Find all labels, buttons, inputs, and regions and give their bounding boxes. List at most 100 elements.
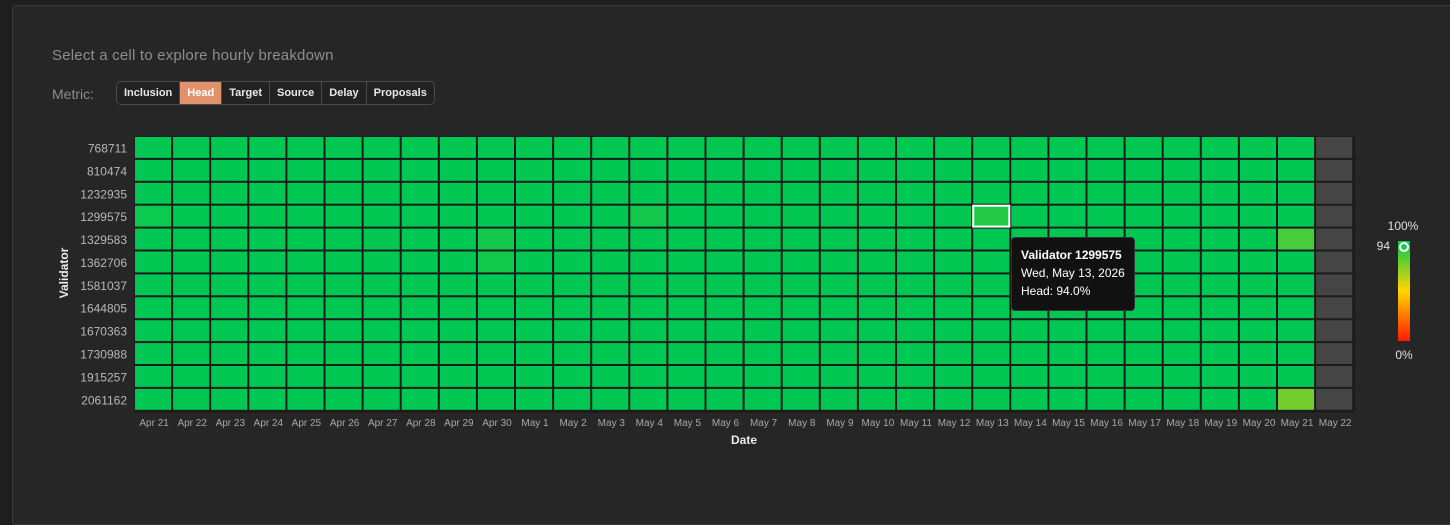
heatmap-cell[interactable] [935,320,972,342]
heatmap-cell[interactable] [973,320,1010,342]
heatmap-cell[interactable] [897,366,934,387]
heatmap-cell[interactable] [401,137,438,158]
heatmap-cell[interactable] [1239,388,1276,410]
heatmap-cell[interactable] [630,366,667,387]
heatmap-cell[interactable] [1087,343,1124,364]
heatmap-cell[interactable] [173,205,210,227]
heatmap-cell[interactable] [1239,205,1276,227]
heatmap-cell[interactable] [135,297,172,319]
heatmap-cell[interactable] [1125,366,1162,387]
heatmap-cell[interactable] [477,251,514,273]
heatmap-cell[interactable] [858,297,895,319]
heatmap-cell[interactable] [477,343,514,364]
heatmap-cell[interactable] [592,228,629,250]
heatmap-cell[interactable] [973,297,1010,319]
heatmap-cell[interactable] [1011,388,1048,410]
heatmap-cell[interactable] [1087,159,1124,181]
heatmap-cell[interactable] [935,388,972,410]
heatmap-cell[interactable] [935,182,972,204]
heatmap-cell[interactable] [401,251,438,273]
heatmap-cell[interactable] [1163,297,1200,319]
heatmap-cell[interactable] [287,159,324,181]
heatmap-cell[interactable] [1125,343,1162,364]
heatmap-cell[interactable] [401,228,438,250]
heatmap-cell[interactable] [897,205,934,227]
heatmap-cell[interactable] [1239,228,1276,250]
heatmap-cell[interactable] [668,137,705,158]
heatmap-cell[interactable] [1316,366,1353,387]
heatmap-cell[interactable] [1278,274,1315,296]
heatmap-cell[interactable] [1278,251,1315,273]
heatmap-cell[interactable] [935,137,972,158]
heatmap-cell[interactable] [401,366,438,387]
heatmap-cell[interactable] [439,274,476,296]
heatmap-cell[interactable] [1201,137,1238,158]
heatmap-cell[interactable] [935,251,972,273]
heatmap-cell[interactable] [668,274,705,296]
heatmap-cell[interactable] [973,159,1010,181]
heatmap-cell[interactable] [782,159,819,181]
heatmap-cell[interactable] [668,366,705,387]
heatmap-cell[interactable] [820,182,857,204]
heatmap-cell[interactable] [1011,137,1048,158]
heatmap-cell[interactable] [935,343,972,364]
heatmap-cell[interactable] [1087,182,1124,204]
heatmap-cell[interactable] [935,274,972,296]
heatmap-cell[interactable] [782,388,819,410]
heatmap-cell[interactable] [554,205,591,227]
heatmap-cell[interactable] [287,251,324,273]
heatmap-cell[interactable] [1087,366,1124,387]
heatmap-cell[interactable] [173,159,210,181]
heatmap-cell[interactable] [249,297,286,319]
heatmap-cell[interactable] [1163,251,1200,273]
heatmap-cell[interactable] [211,320,248,342]
heatmap-cell[interactable] [173,228,210,250]
heatmap-cell[interactable] [973,182,1010,204]
heatmap-cell[interactable] [211,251,248,273]
heatmap-cell[interactable] [516,297,553,319]
heatmap-cell[interactable] [592,182,629,204]
heatmap-cell[interactable] [630,182,667,204]
heatmap-cell[interactable] [516,366,553,387]
heatmap-cell[interactable] [249,343,286,364]
heatmap-cell[interactable] [1201,366,1238,387]
heatmap-cell[interactable] [744,297,781,319]
heatmap-cell[interactable] [135,137,172,158]
heatmap-cell[interactable] [516,205,553,227]
heatmap-cell[interactable] [1049,205,1086,227]
heatmap-cell[interactable] [1316,182,1353,204]
heatmap-cell[interactable] [439,159,476,181]
heatmap-cell[interactable] [173,274,210,296]
heatmap-cell[interactable] [1125,159,1162,181]
heatmap-cell[interactable] [592,343,629,364]
heatmap-cell[interactable] [325,366,362,387]
heatmap-cell[interactable] [325,388,362,410]
heatmap-cell[interactable] [287,182,324,204]
heatmap-cell[interactable] [706,159,743,181]
heatmap-cell[interactable] [706,182,743,204]
heatmap-cell[interactable] [897,159,934,181]
heatmap-cell[interactable] [554,137,591,158]
heatmap-cell[interactable] [135,159,172,181]
heatmap-cell[interactable] [1011,205,1048,227]
heatmap-cell[interactable] [1278,320,1315,342]
heatmap-cell[interactable] [782,320,819,342]
heatmap-cell[interactable] [744,205,781,227]
heatmap-cell[interactable] [858,159,895,181]
heatmap-cell[interactable] [401,182,438,204]
heatmap-cell[interactable] [325,159,362,181]
heatmap-cell[interactable] [401,205,438,227]
heatmap-cell[interactable] [287,228,324,250]
heatmap-cell[interactable] [173,343,210,364]
heatmap-cell[interactable] [554,228,591,250]
heatmap-cell[interactable] [249,137,286,158]
heatmap-cell[interactable] [363,228,400,250]
heatmap-cell[interactable] [973,228,1010,250]
heatmap-cell[interactable] [630,274,667,296]
heatmap-cell[interactable] [211,228,248,250]
heatmap-cell[interactable] [554,251,591,273]
heatmap-cell[interactable] [287,343,324,364]
heatmap-cell[interactable] [1201,320,1238,342]
heatmap-cell[interactable] [211,388,248,410]
heatmap-cell[interactable] [820,137,857,158]
